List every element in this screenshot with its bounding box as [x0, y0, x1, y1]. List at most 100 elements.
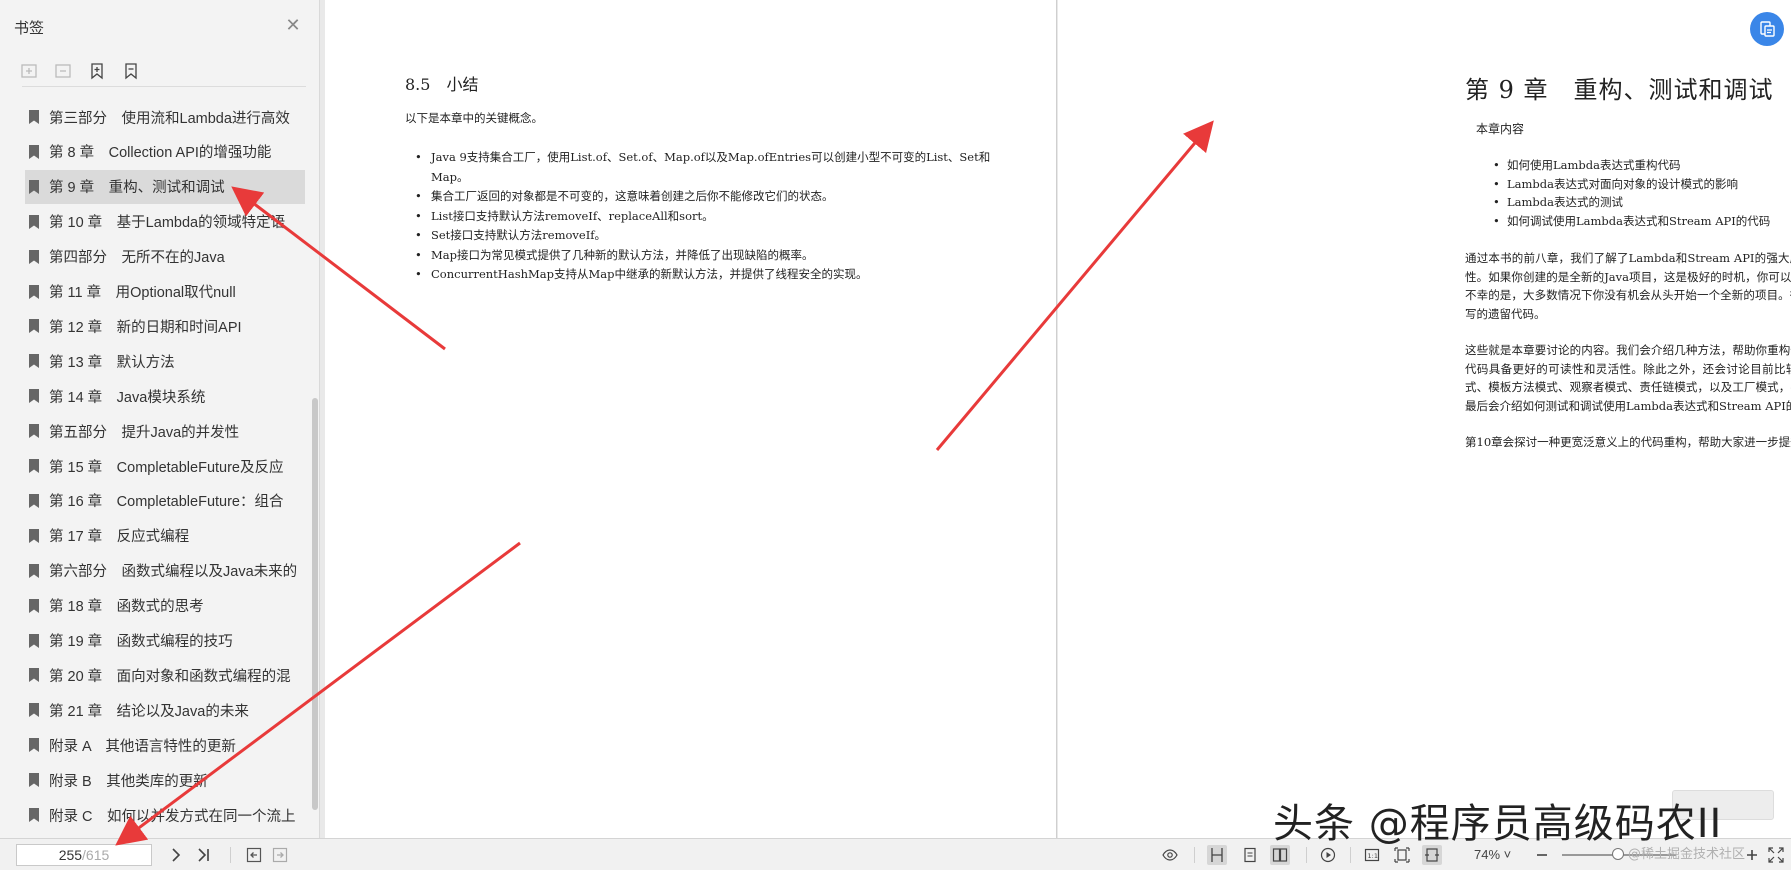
- chapter-contents-heading: 本章内容: [1476, 122, 1525, 136]
- bookmark-item[interactable]: 第 9 章 重构、测试和调试: [25, 169, 305, 204]
- document-convert-icon: [1760, 21, 1775, 37]
- bookmark-icon[interactable]: [118, 58, 144, 84]
- zoom-level-dropdown[interactable]: 74% ˅: [1474, 847, 1511, 862]
- chapter-title: 第 9 章 重构、测试和调试: [1465, 76, 1774, 104]
- bookmark-label: 第三部分 使用流和Lambda进行高效: [49, 110, 290, 127]
- next-page-icon[interactable]: [166, 845, 186, 865]
- bookmark-icon: [29, 773, 39, 788]
- bookmark-icon: [29, 424, 39, 439]
- bookmark-label: 第四部分 无所不在的Java: [49, 250, 225, 267]
- bookmark-icon: [29, 249, 39, 264]
- close-icon[interactable]: ✕: [282, 15, 304, 37]
- contents-item: Lambda表达式对面向对象的设计模式的影响: [1493, 175, 1770, 194]
- right-page: 第 9 章 重构、测试和调试 本章内容 如何使用Lambda表达式重构代码Lam…: [1058, 0, 1791, 838]
- sidebar-scrollbar[interactable]: [312, 398, 318, 810]
- bookmark-item[interactable]: 第五部分 提升Java的并发性: [25, 414, 305, 448]
- bookmark-label: 第 17 章 反应式编程: [49, 529, 190, 546]
- bookmark-item[interactable]: 第 21 章 结论以及Java的未来: [25, 693, 305, 727]
- bookmark-label: 第 21 章 结论以及Java的未来: [49, 703, 249, 720]
- current-page: 255: [58, 847, 83, 863]
- bookmark-icon: [29, 738, 39, 753]
- collapse-bookmark-icon[interactable]: [50, 58, 76, 84]
- summary-list: Java 9支持集合工厂，使用List.of、Set.of、Map.of以及Ma…: [415, 148, 991, 285]
- bookmark-icon: [29, 354, 39, 369]
- forward-icon[interactable]: [270, 845, 290, 865]
- bookmark-icon: [29, 319, 39, 334]
- bookmark-label: 第 13 章 默认方法: [49, 354, 175, 371]
- expand-bookmark-icon[interactable]: [16, 58, 42, 84]
- left-page: 8.5 小结 以下是本章中的关键概念。 Java 9支持集合工厂，使用List.…: [325, 0, 1057, 838]
- bookmark-label: 第 9 章 重构、测试和调试: [49, 180, 225, 197]
- bookmark-item[interactable]: 第 12 章 新的日期和时间API: [25, 309, 305, 343]
- bookmark-icon: [29, 528, 39, 543]
- bookmark-label: 第六部分 函数式编程以及Java未来的: [49, 564, 298, 581]
- bookmark-label: 第 20 章 面向对象和函数式编程的混: [49, 668, 291, 685]
- bookmark-item[interactable]: 第 8 章 Collection API的增强功能: [25, 135, 305, 169]
- bookmark-item[interactable]: 第 17 章 反应式编程: [25, 519, 305, 553]
- eye-icon[interactable]: [1160, 845, 1180, 865]
- bookmark-item[interactable]: 第 18 章 函数式的思考: [25, 589, 305, 623]
- zoom-slider-handle[interactable]: [1612, 848, 1624, 860]
- page-number-input[interactable]: 255/615: [16, 844, 152, 866]
- summary-item: Set接口支持默认方法removeIf。: [415, 226, 991, 246]
- paragraph: 这些就是本章要讨论的内容。我们会介绍几种方法，帮助你重构代码，以适配使用Lamb…: [1465, 343, 1791, 413]
- bookmark-label: 第 10 章 基于Lambda的领域特定语: [49, 215, 286, 232]
- total-pages: /615: [82, 847, 110, 863]
- fullscreen-icon[interactable]: [1766, 845, 1786, 865]
- bookmark-item[interactable]: 第 20 章 面向对象和函数式编程的混: [25, 658, 305, 692]
- bookmark-item[interactable]: 附录 A 其他语言特性的更新: [25, 728, 305, 762]
- bookmark-icon: [29, 633, 39, 648]
- bookmark-icon: [29, 598, 39, 613]
- bookmark-item[interactable]: 第 15 章 CompletableFuture及反应: [25, 449, 305, 483]
- bookmark-item[interactable]: 附录 C 如何以并发方式在同一个流上: [25, 798, 305, 832]
- section-intro: 以下是本章中的关键概念。: [405, 111, 543, 125]
- bookmark-sidebar: 书签 ✕ 第三部分 使用流和Lambda进行高效第 8 章 Collection…: [0, 0, 320, 838]
- bookmark-label: 第五部分 提升Java的并发性: [49, 424, 240, 441]
- bookmark-label: 附录 C 如何以并发方式在同一个流上: [49, 808, 296, 825]
- svg-text:1:1: 1:1: [1368, 852, 1378, 860]
- sidebar-toolbar: [16, 58, 144, 84]
- bookmark-icon: [29, 563, 39, 578]
- bookmark-item[interactable]: 第三部分 使用流和Lambda进行高效: [25, 100, 305, 134]
- translate-button[interactable]: [1750, 12, 1784, 46]
- bookmark-item[interactable]: 第四部分 无所不在的Java: [25, 240, 305, 274]
- bookmark-icon: [29, 808, 39, 822]
- bookmark-label: 第 15 章 CompletableFuture及反应: [49, 459, 284, 476]
- last-page-icon[interactable]: [194, 845, 214, 865]
- sidebar-title: 书签: [14, 19, 45, 37]
- document-view[interactable]: 8.5 小结 以下是本章中的关键概念。 Java 9支持集合工厂，使用List.…: [325, 0, 1791, 838]
- bookmark-item[interactable]: 第 13 章 默认方法: [25, 344, 305, 378]
- section-heading: 8.5 小结: [405, 75, 479, 94]
- bookmark-item[interactable]: 第 19 章 函数式编程的技巧: [25, 624, 305, 658]
- divider: [1306, 847, 1307, 863]
- paragraph: 第10章会探讨一种更宽泛意义上的代码重构，帮助大家进一步提升程序逻辑的可读性：编…: [1465, 435, 1791, 449]
- bookmark-item[interactable]: 第 11 章 用Optional取代null: [25, 275, 305, 309]
- sidebar-header: 书签 ✕: [0, 0, 320, 52]
- bookmark-label: 第 16 章 CompletableFuture：组合: [49, 494, 284, 511]
- divider: [1350, 847, 1351, 863]
- bookmark-icon: [29, 110, 39, 124]
- divider: [1194, 847, 1195, 863]
- bookmark-item[interactable]: 第 14 章 Java模块系统: [25, 379, 305, 413]
- contents-item: Lambda表达式的测试: [1493, 193, 1770, 212]
- divider: [230, 847, 231, 863]
- bookmark-item[interactable]: 第 16 章 CompletableFuture：组合: [25, 484, 305, 518]
- single-page-continuous-icon[interactable]: [1207, 845, 1227, 865]
- bookmark-icon: [29, 214, 39, 229]
- summary-item: List接口支持默认方法removeIf、replaceAll和sort。: [415, 207, 991, 227]
- single-page-icon[interactable]: [1240, 845, 1260, 865]
- back-icon[interactable]: [244, 845, 264, 865]
- summary-item: Map接口为常见模式提供了几种新的默认方法，并降低了出现缺陷的概率。: [415, 246, 991, 266]
- add-bookmark-icon[interactable]: [84, 58, 110, 84]
- bookmark-label: 附录 B 其他类库的更新: [49, 773, 208, 790]
- bookmark-icon: [29, 284, 39, 299]
- contents-item: 如何使用Lambda表达式重构代码: [1493, 156, 1770, 175]
- bookmark-item[interactable]: 第 10 章 基于Lambda的领域特定语: [25, 205, 305, 239]
- paragraph: 通过本书的前八章，我们了解了Lambda和Stream API的强大威力。你可能…: [1465, 251, 1791, 321]
- summary-item: ConcurrentHashMap支持从Map中继承的新默认方法，并提供了线程安…: [415, 265, 991, 285]
- bookmark-label: 第 11 章 用Optional取代null: [49, 285, 236, 301]
- bookmark-item[interactable]: 附录 B 其他类库的更新: [25, 763, 305, 797]
- bookmark-item[interactable]: 第六部分 函数式编程以及Java未来的: [25, 554, 305, 588]
- bookmark-icon: [29, 459, 39, 473]
- bookmark-label: 第 18 章 函数式的思考: [49, 599, 204, 616]
